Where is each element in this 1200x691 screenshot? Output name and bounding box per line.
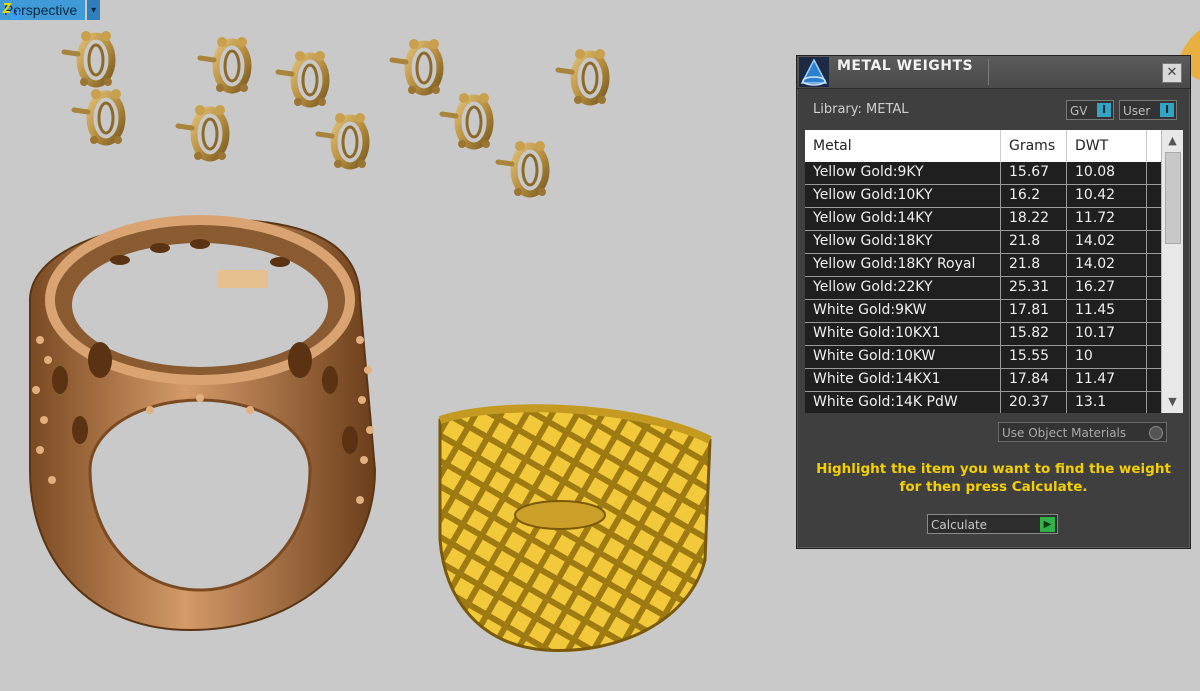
scroll-up-icon[interactable]: ▲	[1162, 132, 1183, 150]
lattice-ring[interactable]	[438, 404, 712, 652]
table-row[interactable]: White Gold:10KW 15.55 10	[805, 346, 1162, 369]
cell-spacer	[1147, 277, 1162, 299]
cell-spacer	[1147, 231, 1162, 253]
cell-spacer	[1147, 162, 1162, 184]
column-header-grams[interactable]: Grams	[1001, 130, 1067, 162]
table-row[interactable]: Yellow Gold:14KY 18.22 11.72	[805, 208, 1162, 231]
cell-grams: 20.37	[1001, 392, 1067, 413]
cell-dwt: 10.42	[1067, 185, 1147, 207]
cell-grams: 15.55	[1001, 346, 1067, 368]
cell-spacer	[1147, 185, 1162, 207]
object-materials-label: Use Object Materials	[1002, 426, 1127, 440]
setting-group[interactable]	[64, 31, 606, 196]
cell-metal: White Gold:10KW	[805, 346, 1001, 368]
cell-dwt: 16.27	[1067, 277, 1147, 299]
toggle-knob-icon[interactable]: I	[1097, 103, 1111, 117]
calculate-button[interactable]: Calculate ▶	[927, 514, 1058, 534]
cell-spacer	[1147, 346, 1162, 368]
table-row[interactable]: White Gold:14K PdW 20.37 13.1	[805, 392, 1162, 413]
cell-dwt: 14.02	[1067, 231, 1147, 253]
cell-metal: White Gold:14KX1	[805, 369, 1001, 391]
table-row[interactable]: White Gold:10KX1 15.82 10.17	[805, 323, 1162, 346]
cell-metal: White Gold:9KW	[805, 300, 1001, 322]
cell-dwt: 11.47	[1067, 369, 1147, 391]
gv-toggle-label: GV	[1070, 104, 1088, 118]
cell-metal: White Gold:10KX1	[805, 323, 1001, 345]
metal-weights-dialog[interactable]: METAL WEIGHTS ✕ Library: METAL GV I User…	[796, 55, 1191, 549]
cell-spacer	[1147, 254, 1162, 276]
cell-dwt: 10.17	[1067, 323, 1147, 345]
radio-icon[interactable]	[1149, 426, 1163, 440]
cell-metal: Yellow Gold:18KY Royal	[805, 254, 1001, 276]
cell-grams: 16.2	[1001, 185, 1067, 207]
user-toggle-label: User	[1123, 104, 1151, 118]
cell-grams: 21.8	[1001, 231, 1067, 253]
chevron-down-icon[interactable]: ▾	[87, 0, 101, 20]
cell-metal: Yellow Gold:9KY	[805, 162, 1001, 184]
cell-grams: 17.84	[1001, 369, 1067, 391]
table-header: Metal Grams DWT	[805, 130, 1162, 162]
table-body: Yellow Gold:9KY 15.67 10.08 Yellow Gold:10K…	[805, 162, 1162, 413]
dialog-titlebar[interactable]: METAL WEIGHTS ✕	[797, 56, 1190, 89]
table-row[interactable]: White Gold:14KX1 17.84 11.47	[805, 369, 1162, 392]
table-row[interactable]: White Gold:9KW 17.81 11.45	[805, 300, 1162, 323]
library-label: Library: METAL	[813, 102, 909, 117]
table-scrollbar[interactable]: ▲ ▼	[1161, 130, 1183, 413]
column-header-spacer	[1147, 130, 1162, 162]
cell-grams: 17.81	[1001, 300, 1067, 322]
cell-metal: Yellow Gold:22KY	[805, 277, 1001, 299]
table-row[interactable]: Yellow Gold:9KY 15.67 10.08	[805, 162, 1162, 185]
cell-metal: Yellow Gold:10KY	[805, 185, 1001, 207]
cell-dwt: 11.72	[1067, 208, 1147, 230]
cell-metal: Yellow Gold:14KY	[805, 208, 1001, 230]
table-row[interactable]: Yellow Gold:10KY 16.2 10.42	[805, 185, 1162, 208]
column-header-metal[interactable]: Metal	[805, 130, 1001, 162]
cell-grams: 15.82	[1001, 323, 1067, 345]
cell-dwt: 14.02	[1067, 254, 1147, 276]
cell-spacer	[1147, 300, 1162, 322]
metal-table[interactable]: Metal Grams DWT Yellow Gold:9KY 15.67 10.0…	[805, 130, 1183, 413]
cell-metal: Yellow Gold:18KY	[805, 231, 1001, 253]
axis-icon	[2, 3, 19, 19]
cell-spacer	[1147, 208, 1162, 230]
cell-grams: 18.22	[1001, 208, 1067, 230]
user-toggle[interactable]: User I	[1119, 100, 1177, 120]
instruction-text: Highlight the item you want to find the …	[797, 460, 1190, 496]
cell-dwt: 11.45	[1067, 300, 1147, 322]
scroll-thumb[interactable]	[1165, 152, 1181, 244]
cell-dwt: 10.08	[1067, 162, 1147, 184]
table-row[interactable]: Yellow Gold:22KY 25.31 16.27	[805, 277, 1162, 300]
instruction-line-2: for then press Calculate.	[899, 479, 1088, 495]
scroll-down-icon[interactable]: ▼	[1162, 393, 1183, 411]
cell-grams: 21.8	[1001, 254, 1067, 276]
cell-dwt: 10	[1067, 346, 1147, 368]
cell-grams: 25.31	[1001, 277, 1067, 299]
play-icon[interactable]: ▶	[1040, 517, 1055, 532]
table-row[interactable]: Yellow Gold:18KY 21.8 14.02	[805, 231, 1162, 254]
dialog-title: METAL WEIGHTS	[837, 58, 974, 74]
table-row[interactable]: Yellow Gold:18KY Royal 21.8 14.02	[805, 254, 1162, 277]
use-object-materials-option[interactable]: Use Object Materials	[998, 422, 1167, 442]
column-header-dwt[interactable]: DWT	[1067, 130, 1147, 162]
cell-spacer	[1147, 369, 1162, 391]
cell-grams: 15.67	[1001, 162, 1067, 184]
filigree-ring[interactable]	[29, 215, 377, 632]
app-logo-icon	[799, 57, 829, 87]
cell-metal: White Gold:14K PdW	[805, 392, 1001, 413]
gv-toggle[interactable]: GV I	[1066, 100, 1114, 120]
toggle-knob-icon[interactable]: I	[1160, 103, 1174, 117]
instruction-line-1: Highlight the item you want to find the …	[816, 461, 1171, 477]
close-icon[interactable]: ✕	[1162, 63, 1182, 83]
cell-spacer	[1147, 392, 1162, 413]
calculate-label: Calculate	[931, 518, 988, 532]
title-divider	[988, 59, 989, 85]
cell-spacer	[1147, 323, 1162, 345]
cell-dwt: 13.1	[1067, 392, 1147, 413]
